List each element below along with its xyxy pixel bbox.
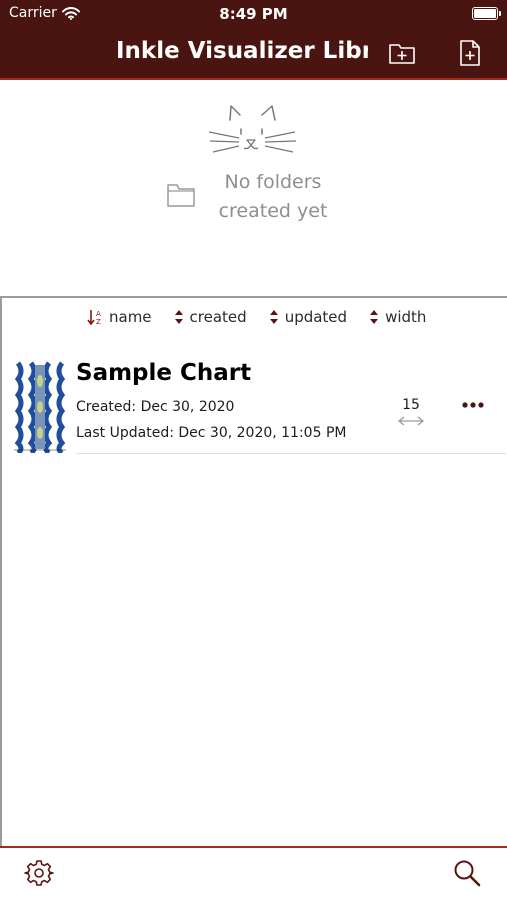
chart-thumbnail [14, 361, 66, 453]
battery-icon [472, 7, 501, 20]
sort-bar: A Z name created updated width [87, 308, 426, 326]
sort-by-created-button[interactable]: created [174, 308, 247, 326]
ellipsis-icon [462, 402, 484, 408]
sort-icon [269, 310, 278, 324]
svg-text:A: A [96, 310, 101, 318]
status-bar: Carrier 8:49 PM [0, 0, 507, 28]
search-icon [454, 860, 481, 887]
more-options-button[interactable] [462, 390, 484, 414]
empty-folders-message: No folders created yet [218, 171, 328, 222]
chart-width-value: 15 [402, 397, 420, 413]
chart-list-item[interactable]: Sample Chart Created: Dec 30, 2020 Last … [10, 356, 506, 456]
navigation-header: Carrier 8:49 PM Inkle Visualizer Libr... [0, 0, 507, 80]
sort-icon [174, 310, 183, 324]
settings-button[interactable] [24, 858, 54, 888]
folder-plus-icon [389, 44, 415, 64]
bottom-toolbar [0, 846, 507, 900]
sort-by-updated-button[interactable]: updated [269, 308, 347, 326]
add-folder-button[interactable] [387, 38, 417, 68]
folders-section: No folders created yet [0, 82, 507, 296]
chart-list: A Z name created updated width Sample Ch… [0, 298, 507, 846]
sort-az-icon: A Z [87, 310, 101, 326]
sort-icon [370, 310, 379, 324]
width-arrow-icon [397, 416, 425, 426]
sort-created-label: created [189, 308, 247, 326]
sort-by-width-button[interactable]: width [369, 308, 426, 326]
search-button[interactable] [452, 858, 482, 888]
chart-updated-date: Last Updated: Dec 30, 2020, 11:05 PM [76, 425, 347, 441]
page-title: Inkle Visualizer Libr... [116, 38, 368, 64]
add-chart-button[interactable] [455, 38, 485, 68]
chart-created-date: Created: Dec 30, 2020 [76, 399, 235, 415]
document-plus-icon [460, 40, 480, 66]
sort-updated-label: updated [284, 308, 348, 326]
cat-face-icon [208, 105, 297, 153]
sort-name-label: name [109, 308, 152, 326]
folder-icon [167, 184, 195, 207]
svg-text:Z: Z [96, 318, 101, 326]
row-separator [76, 453, 506, 454]
status-time: 8:49 PM [219, 5, 288, 23]
sort-by-name-button[interactable]: A Z name [87, 308, 152, 326]
chart-name: Sample Chart [76, 360, 252, 386]
sort-width-label: width [385, 308, 427, 326]
gear-icon [24, 860, 54, 886]
